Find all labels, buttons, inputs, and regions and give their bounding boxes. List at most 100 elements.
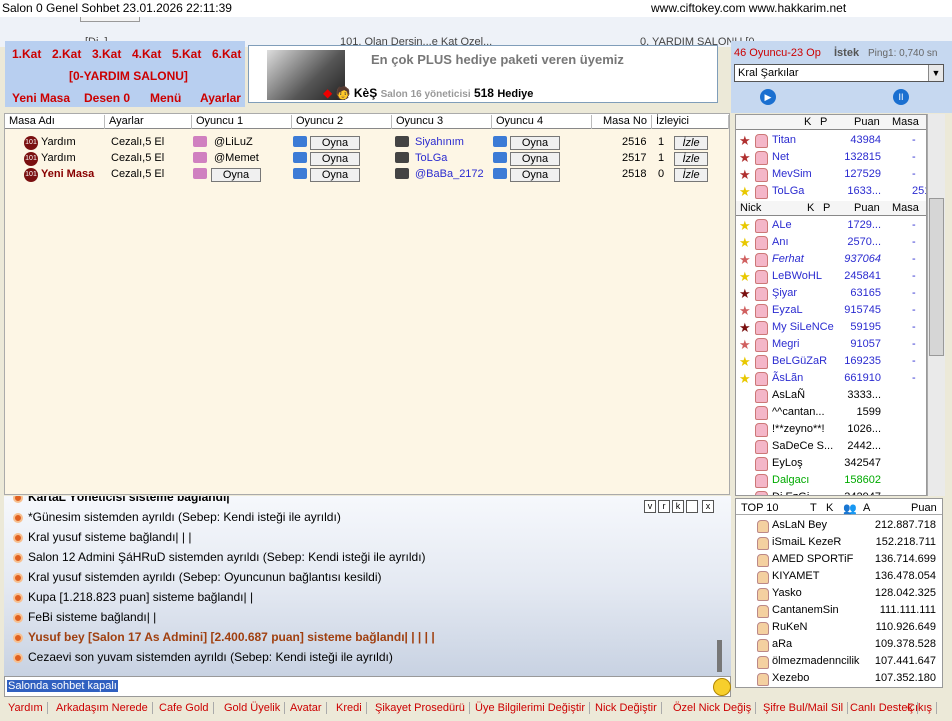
chevron-down-icon[interactable]: ▼ xyxy=(928,65,943,81)
table-row[interactable]: 101 Yeni Masa Cezalı,5 El Oyna Oyna @BaBa_217… xyxy=(5,166,729,183)
floor-tab-4[interactable]: 4.Kat xyxy=(132,47,161,61)
user-nick[interactable]: ÃsLãn xyxy=(772,372,803,384)
player3-name[interactable]: Siyahınım xyxy=(415,136,464,148)
user-nick[interactable]: Ferhat xyxy=(772,253,804,265)
play-button[interactable]: Oyna xyxy=(310,152,360,166)
top10-row[interactable]: AsLaN Bey 212.887.718 xyxy=(736,519,942,535)
user-row[interactable]: !**zeyno**! 1026... xyxy=(736,422,926,439)
chat-scroll-thumb[interactable] xyxy=(717,640,722,672)
user-row[interactable]: Dalgacı 158602 xyxy=(736,473,926,490)
col-nick[interactable]: Nick xyxy=(740,202,761,214)
top10-row[interactable]: Xezebo 107.352.180 xyxy=(736,672,942,688)
top10-nick[interactable]: ölmezmadenncilik xyxy=(772,655,859,667)
top10-row[interactable]: ölmezmadenncilik 107.441.647 xyxy=(736,655,942,671)
col-watchers[interactable]: İzleyici xyxy=(652,115,729,129)
user-nick[interactable]: EyzaL xyxy=(772,304,803,316)
user-nick[interactable]: Dj EzGi xyxy=(772,491,809,495)
user-row[interactable]: ★ EyzaL 915745 - xyxy=(736,303,926,320)
user-nick[interactable]: Titan xyxy=(772,134,796,146)
top10-row[interactable]: KIYAMET 136.478.054 xyxy=(736,570,942,586)
play-button[interactable]: Oyna xyxy=(510,152,560,166)
play-button[interactable]: Oyna xyxy=(510,136,560,150)
user-list-scrollbar[interactable] xyxy=(927,114,945,496)
floor-tab-1[interactable]: 1.Kat xyxy=(12,47,41,61)
menu-item[interactable]: Avatar xyxy=(290,702,327,714)
user-row[interactable]: Dj EzGi342947 xyxy=(736,490,926,495)
user-nick[interactable]: Şiyar xyxy=(772,287,797,299)
chat-blank-button[interactable] xyxy=(686,500,698,513)
top-user-row[interactable]: ★ Net 132815 - xyxy=(736,150,926,167)
col-player3[interactable]: Oyuncu 3 xyxy=(392,115,492,129)
menu-item[interactable]: Şikayet Prosedürü xyxy=(375,702,470,714)
table-row[interactable]: 101 Yardım Cezalı,5 El @LiLuZ Oyna Siyahınım O… xyxy=(5,134,729,151)
top10-tab-t[interactable]: T xyxy=(810,502,817,514)
top10-nick[interactable]: Xezebo xyxy=(772,672,809,684)
menu-item[interactable]: Nick Değiştir xyxy=(595,702,662,714)
menu-button[interactable]: Menü xyxy=(150,91,181,105)
col-player4[interactable]: Oyuncu 4 xyxy=(492,115,592,129)
menu-item[interactable]: Özel Nick Değiş xyxy=(673,702,757,714)
watch-button[interactable]: İzle xyxy=(674,152,708,166)
user-nick[interactable]: MevSim xyxy=(772,168,812,180)
col-table-name[interactable]: Masa Adı xyxy=(5,115,105,129)
menu-item[interactable]: Yardım xyxy=(8,702,48,714)
col-k2[interactable]: K xyxy=(807,202,814,214)
watch-button[interactable]: İzle xyxy=(674,168,708,182)
user-nick[interactable]: Net xyxy=(772,151,789,163)
play-button[interactable]: Oyna xyxy=(310,168,360,182)
chat-close-button[interactable]: x xyxy=(702,500,714,513)
settings-button[interactable]: Ayarlar xyxy=(200,91,241,105)
floor-tab-3[interactable]: 3.Kat xyxy=(92,47,121,61)
floor-tab-2[interactable]: 2.Kat xyxy=(52,47,81,61)
pattern-button[interactable]: Desen 0 xyxy=(84,91,130,105)
user-nick[interactable]: ToLGa xyxy=(772,185,804,197)
user-nick[interactable]: Megri xyxy=(772,338,800,350)
menu-item[interactable]: Çıkış xyxy=(907,702,938,714)
top10-row[interactable]: iSmaiL KezeR 152.218.711 xyxy=(736,536,942,552)
col-k[interactable]: K xyxy=(804,116,811,128)
col-points[interactable]: Puan xyxy=(854,116,880,128)
user-nick[interactable]: Anı xyxy=(772,236,789,248)
top10-tab-a[interactable]: A xyxy=(863,502,870,514)
top-user-row[interactable]: ★ ToLGa 1633... 2517 xyxy=(736,184,926,201)
scroll-thumb[interactable] xyxy=(929,198,944,356)
user-nick[interactable]: ALe xyxy=(772,219,792,231)
top10-nick[interactable]: KIYAMET xyxy=(772,570,819,582)
top10-nick[interactable]: iSmaiL KezeR xyxy=(772,536,841,548)
chat-k-button[interactable]: k xyxy=(672,500,684,513)
smiley-icon[interactable] xyxy=(713,678,731,696)
col-settings[interactable]: Ayarlar xyxy=(105,115,192,129)
top10-row[interactable]: aRa 109.378.528 xyxy=(736,638,942,654)
menu-item[interactable]: Gold Üyelik xyxy=(224,702,286,714)
top10-tab-k[interactable]: K xyxy=(826,502,833,514)
chat-scrollbar[interactable] xyxy=(713,514,727,674)
user-row[interactable]: ★ Şiyar 63165 - xyxy=(736,286,926,303)
play-button[interactable]: Oyna xyxy=(310,136,360,150)
user-row[interactable]: ★ ÃsLãn 661910 - xyxy=(736,371,926,388)
player3-name[interactable]: @BaBa_2172 xyxy=(415,168,484,180)
pause-icon[interactable]: II xyxy=(893,89,909,105)
user-nick[interactable]: Dalgacı xyxy=(772,474,809,486)
col-player2[interactable]: Oyuncu 2 xyxy=(292,115,392,129)
top10-row[interactable]: RuKeN 110.926.649 xyxy=(736,621,942,637)
user-row[interactable]: ^^cantan... 1599 xyxy=(736,405,926,422)
player3-name[interactable]: ToLGa xyxy=(415,152,447,164)
top10-nick[interactable]: AsLaN Bey xyxy=(772,519,827,531)
user-row[interactable]: ★ BeLGüZaR 169235- xyxy=(736,354,926,371)
play-icon[interactable]: ▶ xyxy=(760,89,776,105)
col-p2[interactable]: P xyxy=(823,202,830,214)
menu-item[interactable]: Kredi xyxy=(336,702,367,714)
user-row[interactable]: AsLaÑ 3333... xyxy=(736,388,926,405)
watch-button[interactable]: İzle xyxy=(674,136,708,150)
play-button[interactable]: Oyna xyxy=(510,168,560,182)
top10-row[interactable]: AMED SPORTiF 136.714.699 xyxy=(736,553,942,569)
menu-item[interactable]: Arkadaşım Nerede xyxy=(56,702,153,714)
col-player1[interactable]: Oyuncu 1 xyxy=(192,115,292,129)
col-table-no[interactable]: Masa No xyxy=(592,115,652,129)
user-row[interactable]: ★ Ferhat 937064 - xyxy=(736,252,926,269)
col-table[interactable]: Masa xyxy=(892,116,919,128)
user-row[interactable]: ★ LeBWoHL 245841- xyxy=(736,269,926,286)
table-row[interactable]: 101 Yardım Cezalı,5 El @Memet Oyna ToLGa Oyna 2… xyxy=(5,150,729,167)
user-row[interactable]: ★ Anı 2570... - xyxy=(736,235,926,252)
col-table2[interactable]: Masa xyxy=(892,202,919,214)
